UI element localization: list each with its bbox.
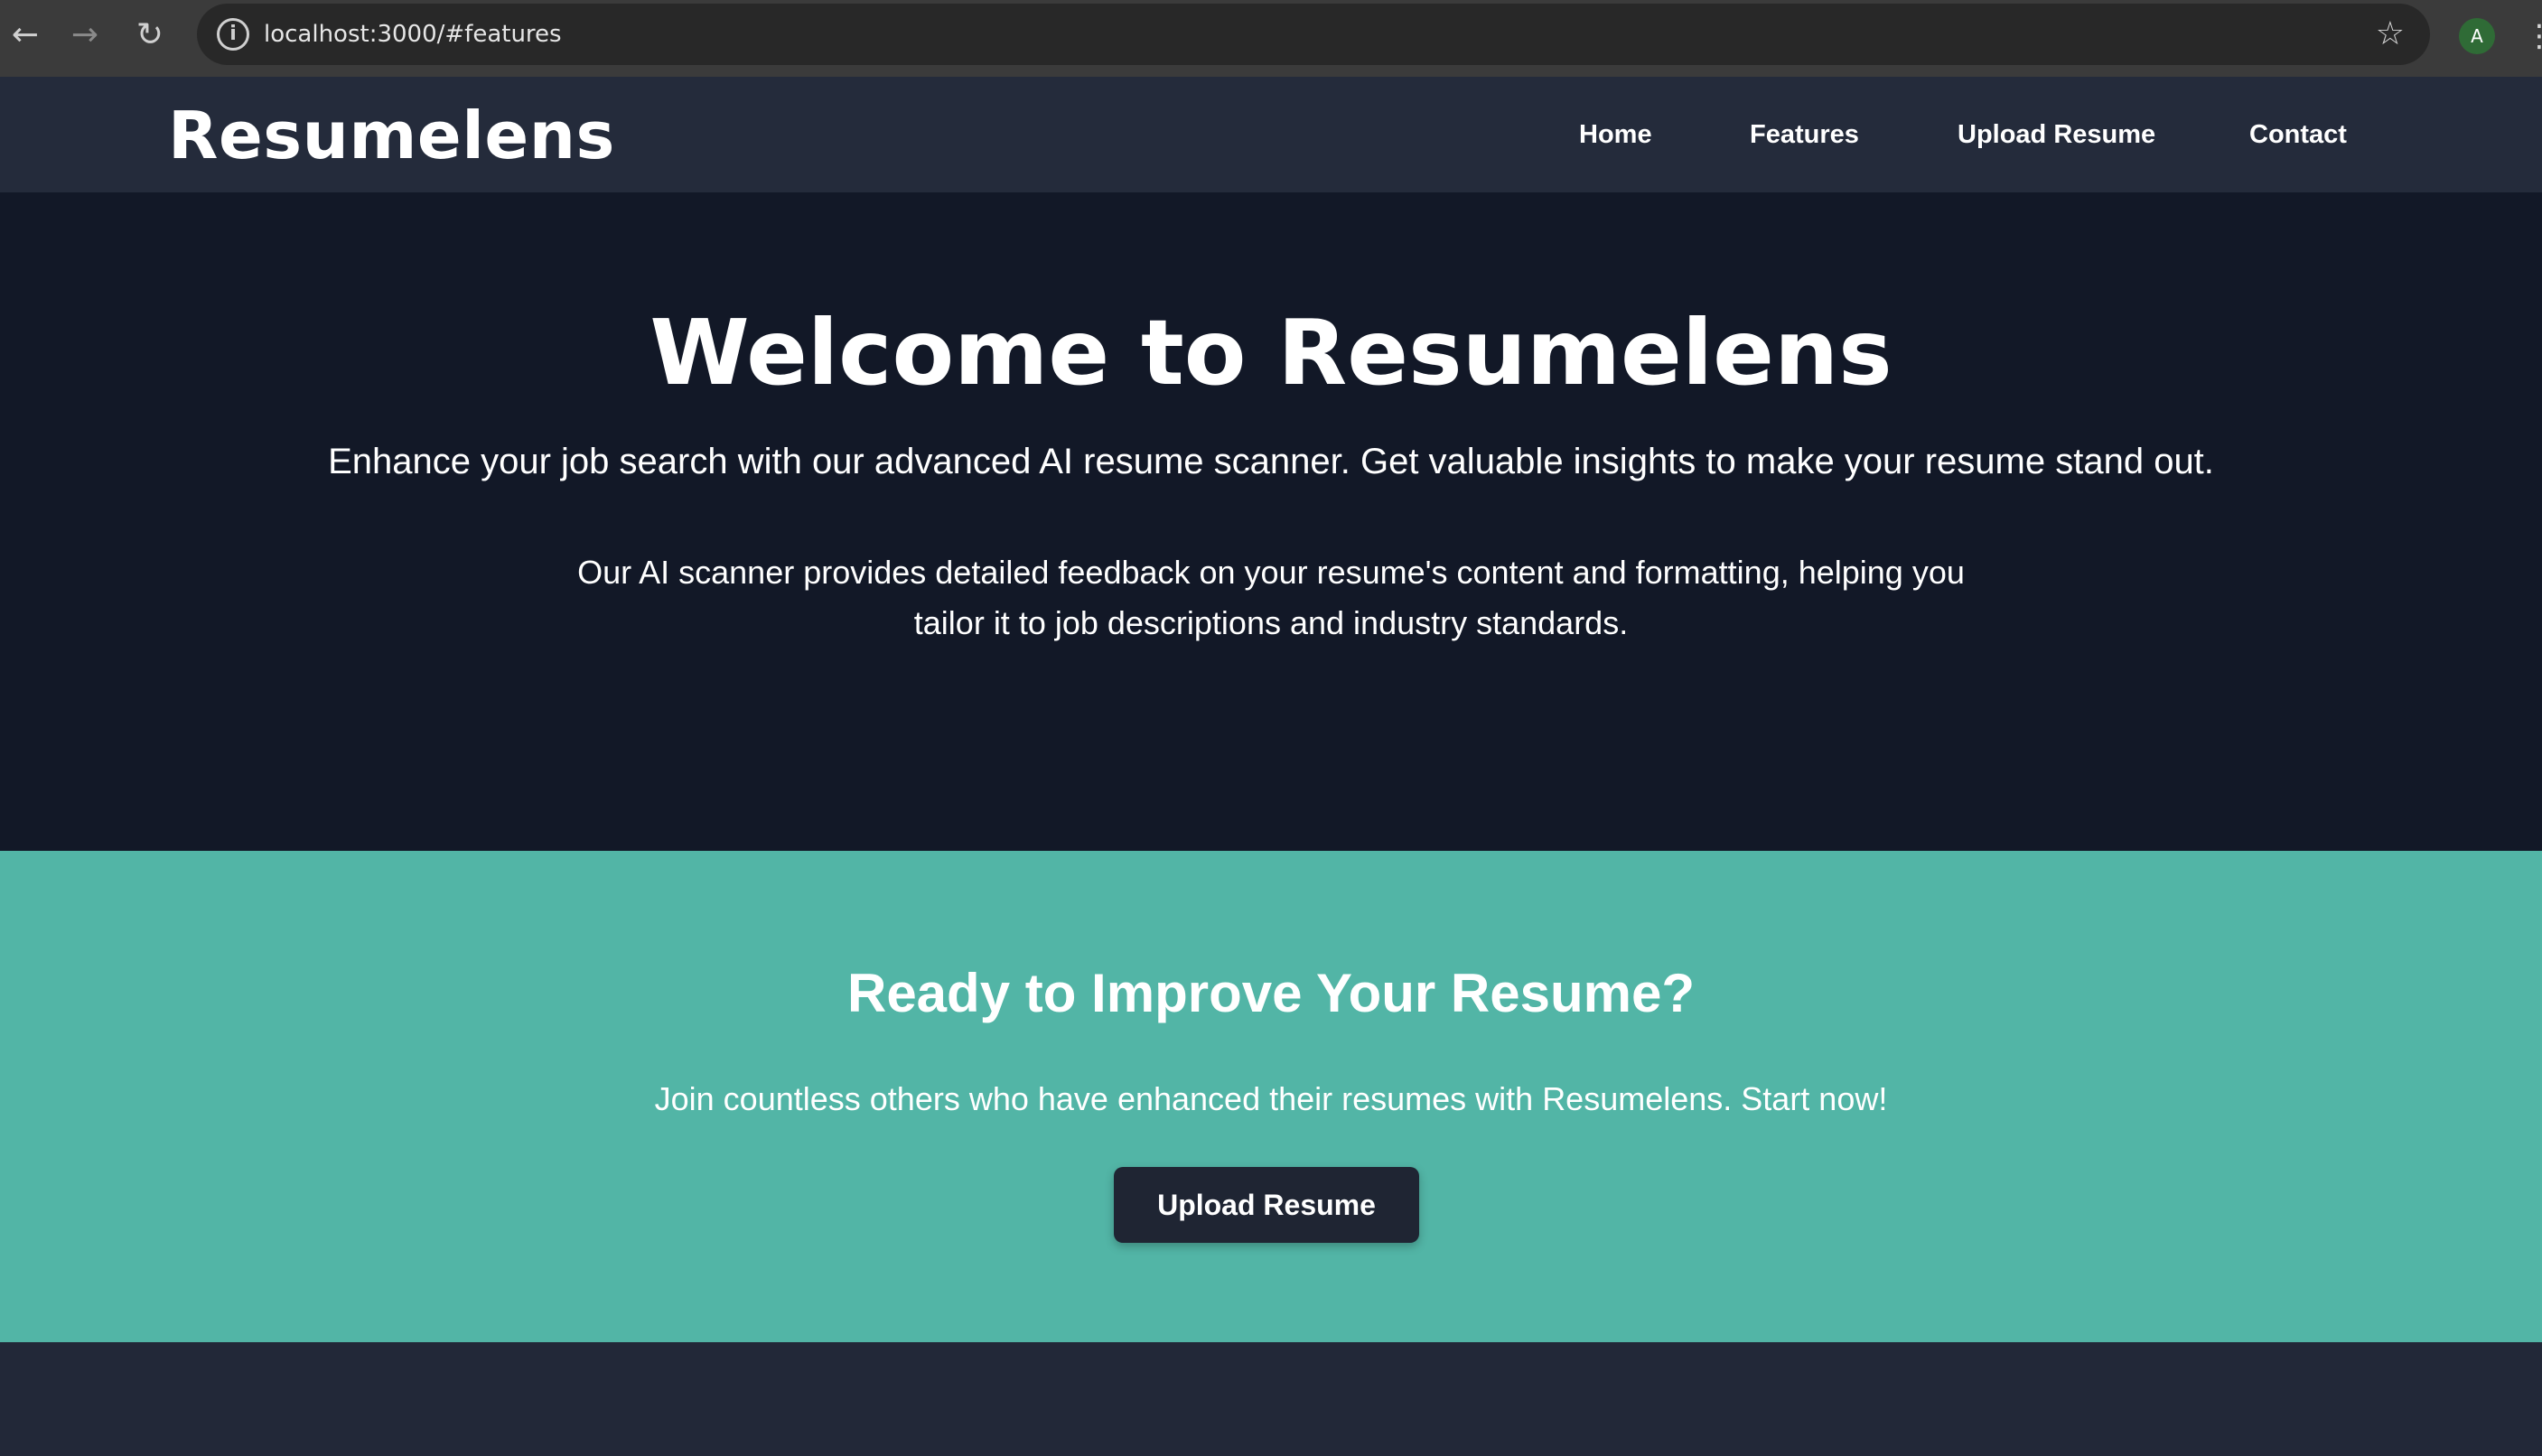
- back-icon[interactable]: ←: [0, 9, 51, 60]
- cta-text: Join countless others who have enhanced …: [654, 1080, 1888, 1117]
- hero-section: Welcome to Resumelens Enhance your job s…: [0, 192, 2542, 851]
- hero-title: Welcome to Resumelens: [650, 300, 1892, 406]
- cta-title: Ready to Improve Your Resume?: [846, 963, 1696, 1023]
- nav-contact[interactable]: Contact: [2249, 77, 2347, 192]
- address-bar[interactable]: i localhost:3000/#features ☆: [197, 4, 2430, 65]
- footer: [0, 1342, 2542, 1456]
- nav-features[interactable]: Features: [1750, 77, 1859, 192]
- hero-description: Our AI scanner provides detailed feedbac…: [577, 554, 1965, 641]
- browser-menu-icon[interactable]: ⋮: [2524, 13, 2542, 60]
- site-header: Resumelens Home Features Upload Resume C…: [0, 77, 2542, 192]
- site-logo[interactable]: Resumelens: [168, 77, 615, 192]
- cta-section: Ready to Improve Your Resume? Join count…: [0, 851, 2542, 1342]
- url-text[interactable]: localhost:3000/#features: [264, 4, 562, 65]
- bookmark-star-icon[interactable]: ☆: [2376, 4, 2405, 65]
- nav-home[interactable]: Home: [1579, 77, 1652, 192]
- upload-resume-button[interactable]: Upload Resume: [1114, 1167, 1419, 1243]
- browser-toolbar: ← → ↻ i localhost:3000/#features ☆ A ⋮: [0, 0, 2542, 77]
- reload-icon[interactable]: ↻: [125, 9, 175, 60]
- site-info-icon[interactable]: i: [217, 18, 249, 51]
- hero-lead: Enhance your job search with our advance…: [328, 442, 2214, 481]
- forward-icon[interactable]: →: [60, 9, 110, 60]
- nav-upload-resume[interactable]: Upload Resume: [1958, 77, 2155, 192]
- profile-avatar[interactable]: A: [2459, 18, 2495, 54]
